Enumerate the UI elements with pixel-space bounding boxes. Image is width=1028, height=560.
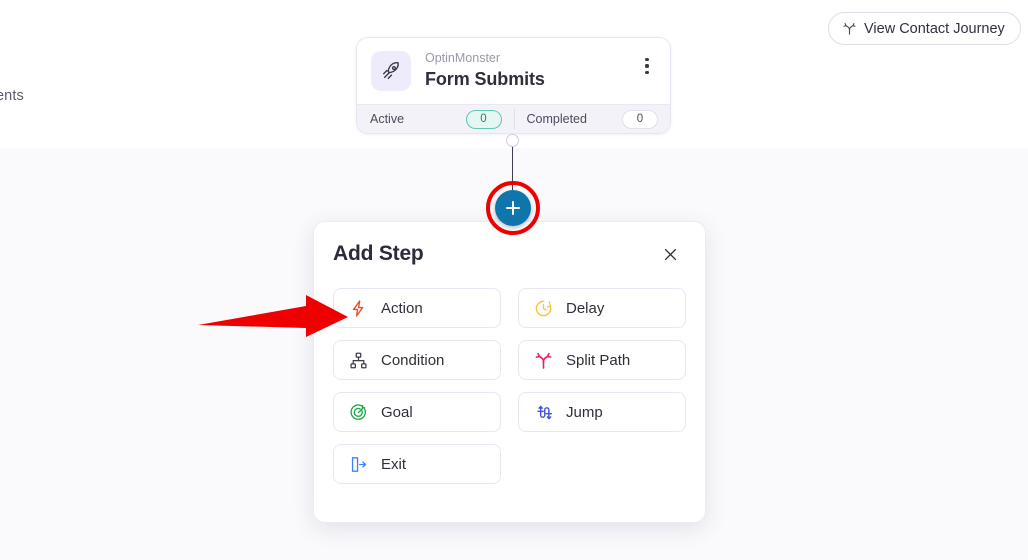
view-contact-journey-label: View Contact Journey	[864, 20, 1005, 37]
add-step-option-action[interactable]: Action	[333, 288, 501, 328]
clipped-sidebar-label: ents	[0, 88, 24, 104]
add-step-option-jump[interactable]: Jump	[518, 392, 686, 432]
sitemap-icon	[348, 350, 369, 371]
stat-active-label: Active	[370, 112, 405, 126]
stat-active-value: 0	[465, 109, 502, 129]
stat-active: Active 0	[357, 105, 514, 133]
close-icon[interactable]	[657, 241, 683, 267]
add-step-option-delay-label: Delay	[566, 299, 605, 317]
target-goal-icon	[348, 402, 369, 423]
exit-door-icon	[348, 454, 369, 475]
trigger-card-text: OptinMonster Form Submits	[425, 51, 637, 90]
add-step-option-goal[interactable]: Goal	[333, 392, 501, 432]
stat-completed-value: 0	[622, 109, 658, 129]
add-step-option-action-label: Action	[381, 299, 423, 317]
stat-completed: Completed 0	[513, 105, 671, 133]
add-step-option-goal-label: Goal	[381, 403, 413, 421]
view-contact-journey-button[interactable]: View Contact Journey	[828, 12, 1021, 45]
add-step-plus-button[interactable]	[495, 190, 531, 226]
trigger-card[interactable]: OptinMonster Form Submits Active 0 Compl…	[356, 37, 671, 134]
rocket-icon	[371, 51, 411, 91]
trigger-card-subtitle: OptinMonster	[425, 51, 501, 66]
trigger-card-body: OptinMonster Form Submits	[357, 38, 670, 104]
trigger-card-title: Form Submits	[425, 69, 545, 90]
add-step-options-grid: Action Delay Condition Split Path Goal J…	[314, 267, 705, 484]
add-step-option-jump-label: Jump	[566, 403, 603, 421]
add-step-option-split-path[interactable]: Split Path	[518, 340, 686, 380]
add-step-panel-header: Add Step	[314, 222, 705, 267]
add-step-option-condition[interactable]: Condition	[333, 340, 501, 380]
add-step-title: Add Step	[333, 242, 424, 265]
kebab-menu-icon[interactable]	[637, 53, 657, 79]
app-root: ents View Contact Journey OptinMonster F…	[0, 0, 1028, 560]
add-step-option-exit[interactable]: Exit	[333, 444, 501, 484]
stat-completed-label: Completed	[526, 112, 587, 126]
split-path-icon	[533, 350, 554, 371]
jump-arrows-icon	[533, 402, 554, 423]
add-step-option-delay[interactable]: Delay	[518, 288, 686, 328]
add-step-option-split-path-label: Split Path	[566, 351, 631, 369]
add-step-option-condition-label: Condition	[381, 351, 445, 369]
add-step-panel: Add Step Action Delay Condition Split Pa…	[313, 221, 706, 523]
connector-handle[interactable]	[506, 134, 519, 147]
clock-icon	[533, 298, 554, 319]
lightning-bolt-icon	[348, 298, 369, 319]
split-path-icon	[842, 21, 857, 36]
trigger-card-stats: Active 0 Completed 0	[357, 104, 670, 133]
add-step-option-exit-label: Exit	[381, 455, 407, 473]
